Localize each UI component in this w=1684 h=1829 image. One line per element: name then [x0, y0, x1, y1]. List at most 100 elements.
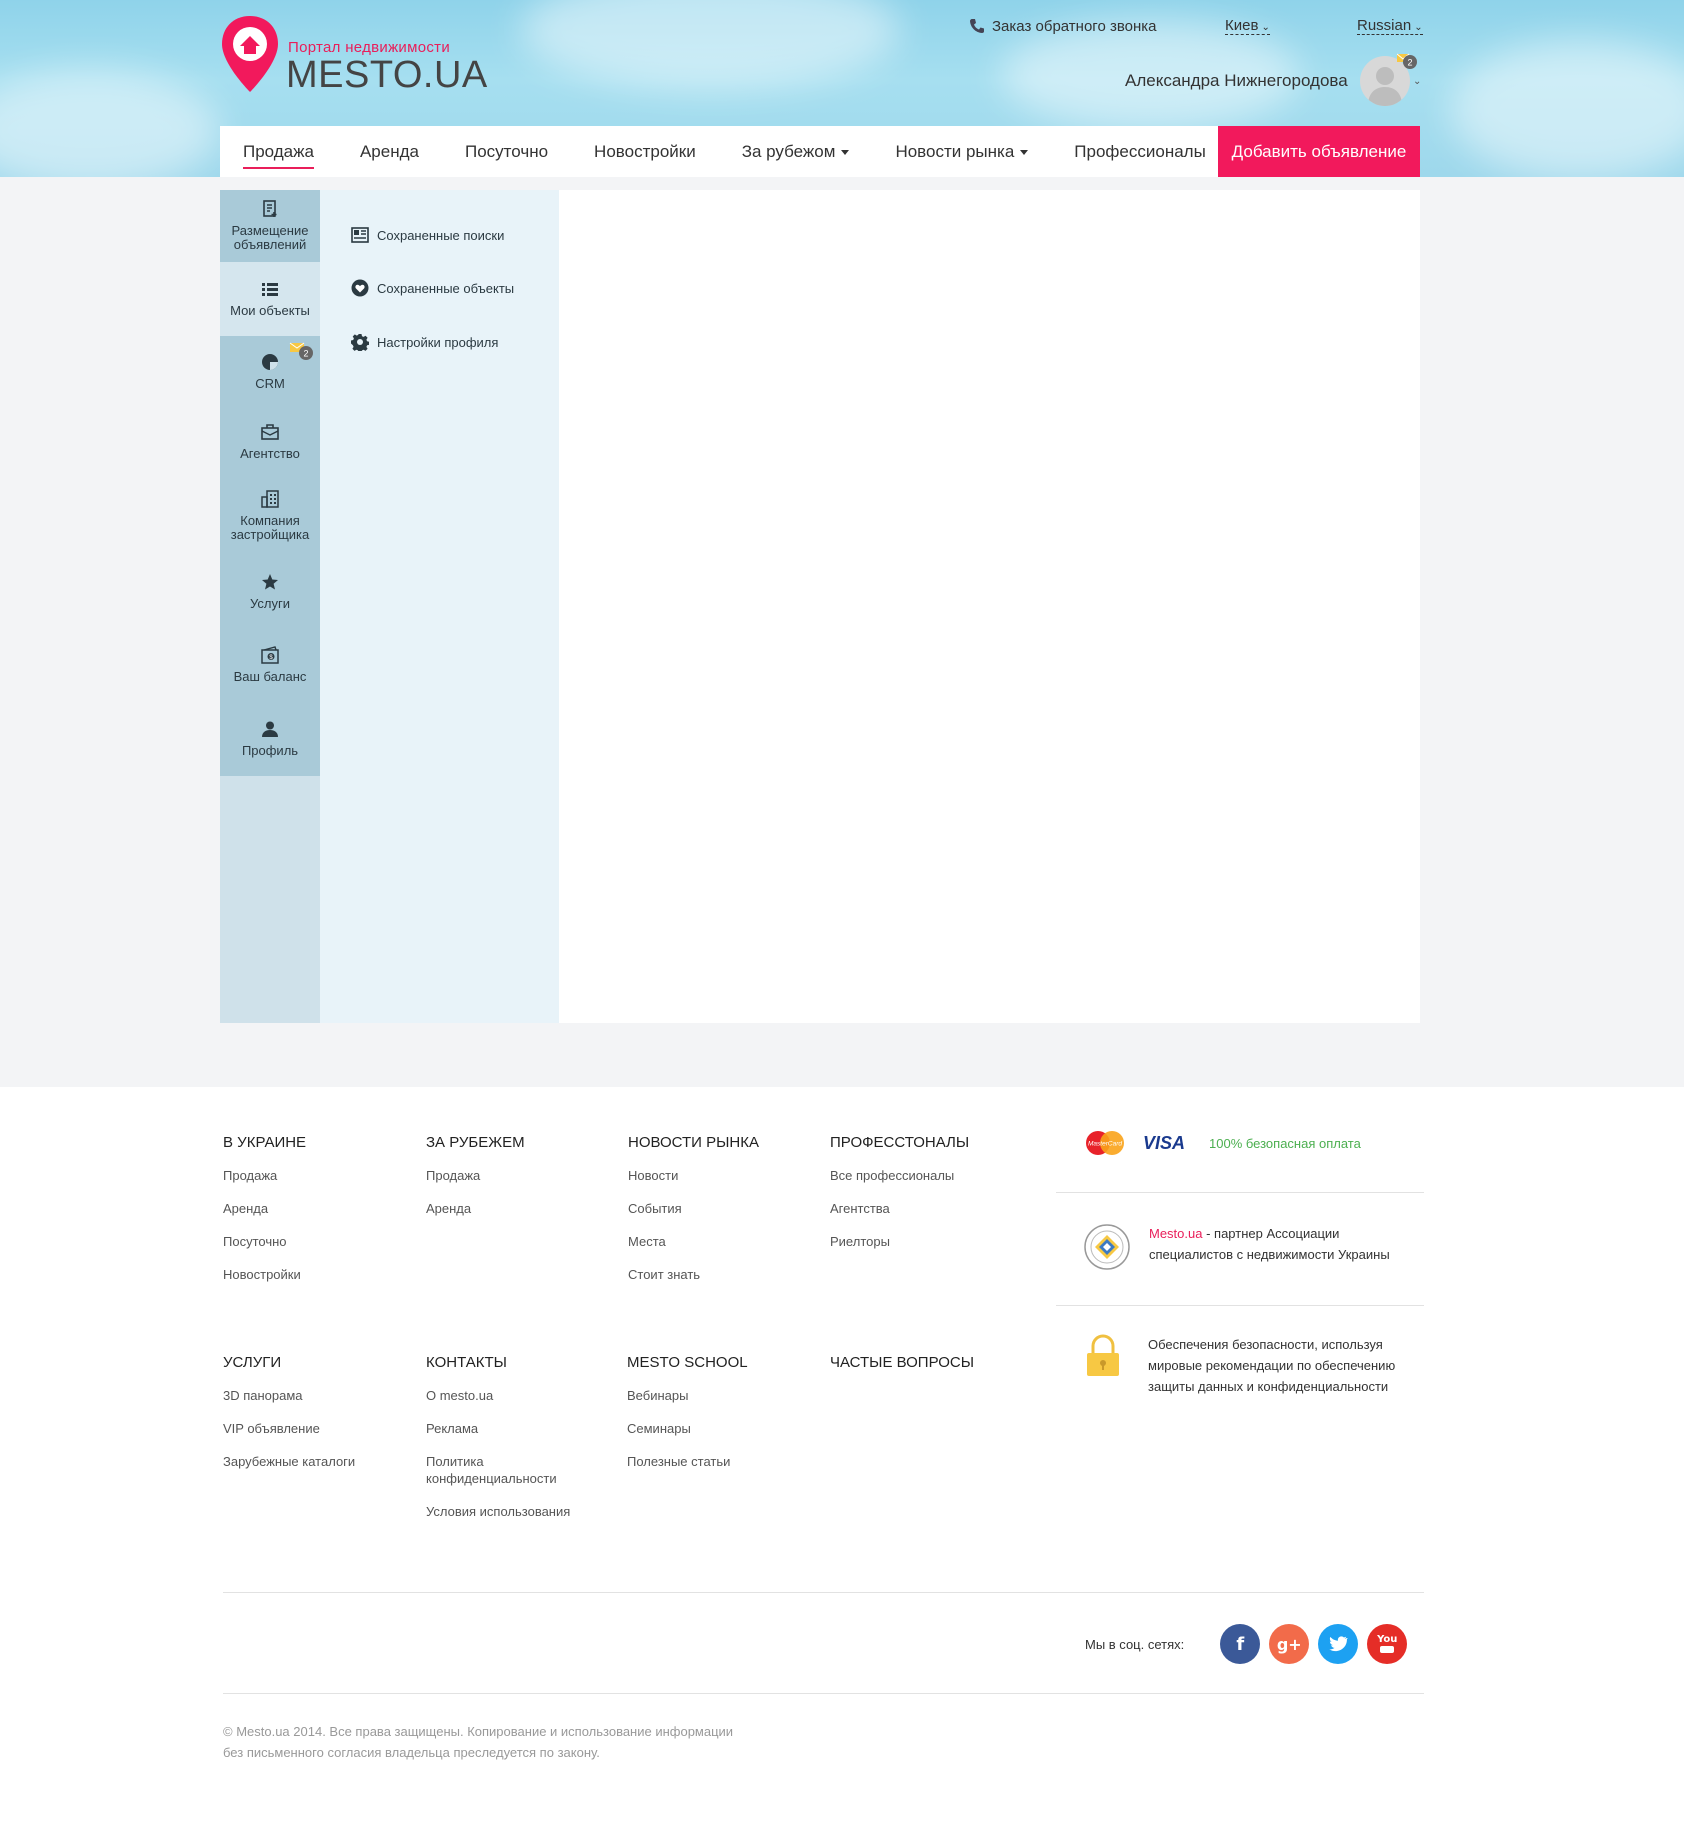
nav-item-sale[interactable]: Продажа	[220, 126, 337, 177]
google-plus-icon[interactable]: g+	[1269, 1624, 1310, 1664]
chevron-down-icon: ⌄	[1414, 22, 1423, 33]
gear-icon	[351, 334, 369, 351]
city-label: Киев	[1225, 17, 1259, 34]
submenu-saved-searches[interactable]: Сохраненные поиски	[351, 226, 504, 244]
nav-item-professionals[interactable]: Профессионалы	[1051, 126, 1229, 177]
notification-count: 2	[1407, 58, 1412, 68]
payment-row: MasterCard VISA 100% безопасная оплата	[1083, 1130, 1361, 1156]
divider	[223, 1693, 1424, 1694]
footer-link[interactable]: Вебинары	[627, 1387, 748, 1404]
divider	[1056, 1192, 1424, 1193]
footer-link[interactable]: Полезные статьи	[627, 1453, 748, 1470]
notification-badge-icon[interactable]: 2	[1397, 52, 1419, 74]
footer-link[interactable]: Агентства	[830, 1200, 969, 1217]
submenu-saved-objects[interactable]: Сохраненные объекты	[351, 279, 514, 297]
copyright: © Mesto.ua 2014. Все права защищены. Коп…	[223, 1721, 733, 1763]
sidebar-item-developer[interactable]: Компания застройщика	[220, 476, 320, 556]
footer-col-contacts: КОНТАКТЫ О mesto.ua Реклама Политика кон…	[426, 1354, 576, 1536]
footer-link[interactable]: VIP объявление	[223, 1420, 355, 1437]
sidebar-item-profile[interactable]: Профиль	[220, 702, 328, 776]
footer-link[interactable]: Новости	[628, 1167, 759, 1184]
lock-icon	[1087, 1334, 1119, 1376]
wallet-icon: $	[261, 646, 279, 664]
nav-item-rent[interactable]: Аренда	[337, 126, 442, 177]
footer-link[interactable]: Все профессионалы	[830, 1167, 969, 1184]
profile-submenu: Сохраненные поиски Сохраненные объекты Н…	[320, 190, 559, 1023]
footer-col-title: УСЛУГИ	[223, 1354, 282, 1371]
sidebar-item-label: CRM	[255, 376, 285, 391]
footer-link[interactable]: Продажа	[223, 1167, 306, 1184]
language-label: Russian	[1357, 17, 1412, 34]
callback-link[interactable]: Заказ обратного звонка	[968, 17, 1157, 35]
sidebar: Размещение объявлений Мои объекты 2 CRM …	[220, 190, 328, 1023]
footer-link[interactable]: 3D панорама	[223, 1387, 355, 1404]
footer-link[interactable]: Стоит знать	[628, 1266, 759, 1283]
nav-item-abroad[interactable]: За рубежом	[719, 126, 873, 177]
footer: В УКРАИНЕ Продажа Аренда Посуточно Новос…	[0, 1087, 1684, 1829]
star-icon	[262, 574, 278, 590]
footer-link[interactable]: Семинары	[627, 1420, 748, 1437]
sidebar-item-my-objects[interactable]: Мои объекты	[220, 262, 320, 336]
payment-text: 100% безопасная оплата	[1209, 1135, 1361, 1151]
sidebar-item-services[interactable]: Услуги	[220, 556, 320, 628]
logo-title: MESTO.UA	[286, 54, 488, 96]
building-icon	[261, 490, 279, 508]
sidebar-item-label: Размещение объявлений	[231, 223, 309, 252]
footer-link[interactable]: События	[628, 1200, 759, 1217]
footer-link[interactable]: Условия использования	[426, 1503, 576, 1520]
user-name[interactable]: Александра Нижнегородова	[1125, 71, 1348, 91]
footer-col-title: ЗА РУБЕЖЕМ	[426, 1134, 525, 1151]
city-selector[interactable]: Киев ⌄	[1225, 17, 1270, 35]
add-listing-icon	[263, 200, 277, 217]
footer-link[interactable]: Зарубежные каталоги	[223, 1453, 355, 1470]
callback-label: Заказ обратного звонка	[992, 17, 1157, 35]
footer-link[interactable]: Места	[628, 1233, 759, 1250]
facebook-icon[interactable]: f	[1220, 1624, 1261, 1664]
footer-col-school: MESTO SCHOOL Вебинары Семинары Полезные …	[627, 1354, 748, 1486]
partner-text: Mesto.ua - партнер Ассоциации специалист…	[1149, 1223, 1409, 1265]
association-seal-icon	[1084, 1224, 1130, 1270]
sidebar-item-agency[interactable]: Агентство	[220, 408, 320, 476]
language-selector[interactable]: Russian ⌄	[1357, 17, 1423, 35]
heart-icon	[351, 279, 369, 297]
footer-link[interactable]: Риелторы	[830, 1233, 969, 1250]
submenu-label: Сохраненные объекты	[377, 280, 515, 296]
copyright-line: без письменного согласия владельца пресл…	[223, 1745, 600, 1760]
footer-col-title: НОВОСТИ РЫНКА	[628, 1134, 759, 1151]
nav-label: Продажа	[243, 142, 314, 161]
add-listing-button[interactable]: Добавить объявление	[1218, 126, 1420, 177]
footer-link[interactable]: О mesto.ua	[426, 1387, 576, 1404]
sidebar-item-label: Агентство	[240, 446, 300, 461]
logo[interactable]: Портал недвижимости MESTO.UA	[220, 14, 487, 96]
sidebar-item-crm[interactable]: 2 CRM	[220, 336, 320, 408]
footer-link[interactable]: Политика конфиденциальности	[426, 1453, 576, 1487]
footer-col-title: MESTO SCHOOL	[627, 1354, 748, 1371]
submenu-label: Сохраненные поиски	[377, 227, 505, 243]
security-text: Обеспечения безопасности, используя миро…	[1148, 1337, 1396, 1394]
footer-link[interactable]: Реклама	[426, 1420, 576, 1437]
chevron-down-icon[interactable]: ⌄	[1413, 76, 1421, 87]
footer-link[interactable]: Продажа	[426, 1167, 525, 1184]
footer-link[interactable]: Аренда	[223, 1200, 306, 1217]
footer-link[interactable]: Посуточно	[223, 1233, 306, 1250]
mastercard-label: MasterCard	[1088, 1141, 1122, 1148]
submenu-profile-settings[interactable]: Настройки профиля	[351, 333, 498, 351]
crm-badge-icon: 2	[289, 342, 313, 360]
partner-brand-link[interactable]: Mesto.ua	[1149, 1226, 1202, 1241]
youtube-icon[interactable]: You	[1367, 1624, 1408, 1664]
footer-col-services: УСЛУГИ 3D панорама VIP объявление Зарубе…	[223, 1354, 355, 1486]
sidebar-item-balance[interactable]: $ Ваш баланс	[220, 628, 320, 702]
header: Портал недвижимости MESTO.UA Заказ обрат…	[0, 0, 1684, 177]
nav-item-new-buildings[interactable]: Новостройки	[571, 126, 719, 177]
sidebar-item-add-listing[interactable]: Размещение объявлений	[220, 190, 320, 262]
nav-item-daily[interactable]: Посуточно	[442, 126, 571, 177]
footer-link[interactable]: Аренда	[426, 1200, 525, 1217]
nav-label: Посуточно	[464, 142, 549, 161]
footer-col-title: КОНТАКТЫ	[426, 1354, 507, 1371]
footer-link[interactable]: Новостройки	[223, 1266, 306, 1283]
security-block: Обеспечения безопасности, используя миро…	[1083, 1334, 1398, 1397]
caret-down-icon	[841, 150, 850, 156]
nav-item-market-news[interactable]: Новости рынка	[872, 126, 1051, 177]
footer-col-faq[interactable]: ЧАСТЫЕ ВОПРОСЫ	[830, 1354, 974, 1387]
twitter-icon[interactable]	[1318, 1624, 1359, 1664]
